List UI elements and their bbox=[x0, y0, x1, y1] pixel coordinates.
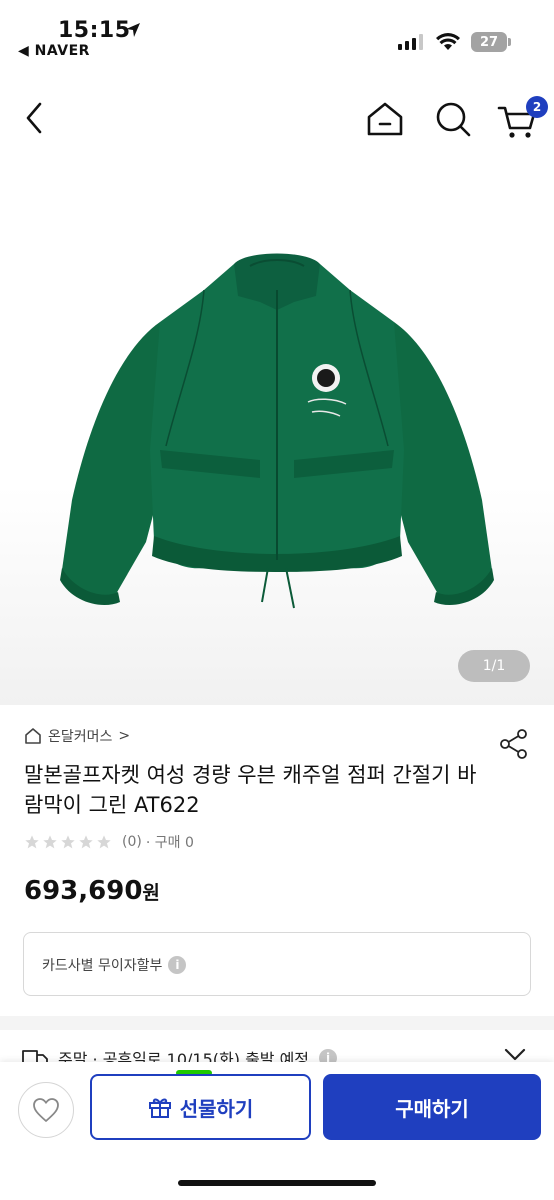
star-icon bbox=[97, 835, 111, 849]
card-benefit-box[interactable]: 카드사별 무이자할부 i bbox=[23, 932, 531, 996]
star-icon bbox=[61, 835, 75, 849]
chevron-down-icon[interactable] bbox=[504, 1048, 526, 1062]
heart-icon bbox=[33, 1098, 59, 1122]
battery-icon: 27 bbox=[471, 32, 507, 52]
image-page-indicator: 1/1 bbox=[458, 650, 530, 682]
store-name: 온달커머스 bbox=[48, 729, 113, 745]
info-icon[interactable]: i bbox=[168, 956, 187, 974]
gift-icon bbox=[148, 1098, 171, 1118]
wifi-icon bbox=[436, 33, 460, 50]
gift-button[interactable]: 선물하기 bbox=[90, 1074, 311, 1140]
price-unit: 원 bbox=[142, 882, 160, 904]
card-benefit: 카드사별 무이자할부 i bbox=[42, 955, 187, 975]
home-icon[interactable] bbox=[364, 98, 406, 140]
store-chevron: > bbox=[118, 728, 131, 744]
like-button[interactable] bbox=[18, 1082, 74, 1138]
rating-stars bbox=[24, 834, 112, 850]
product-title: 말본골프자켓 여성 경량 우븐 캐주얼 점퍼 간절기 바람막이 그린 AT622 bbox=[24, 763, 477, 817]
star-icon bbox=[25, 835, 39, 849]
home-indicator bbox=[178, 1180, 376, 1186]
price-value: 693,690 bbox=[24, 876, 143, 906]
share-icon[interactable] bbox=[498, 728, 530, 760]
back-arrow-icon[interactable] bbox=[20, 98, 50, 138]
purchase-count: · 구매 0 bbox=[145, 835, 194, 851]
bottom-action-bar: 선물하기 구매하기 bbox=[0, 1062, 554, 1200]
review-count: (0) bbox=[122, 834, 142, 850]
star-icon bbox=[43, 835, 57, 849]
star-icon bbox=[79, 835, 93, 849]
section-divider bbox=[0, 1016, 554, 1030]
rating-row[interactable]: (0) · 구매 0 bbox=[24, 832, 194, 852]
status-time: 15:15 bbox=[58, 18, 131, 43]
buy-button-label: 구매하기 bbox=[395, 1096, 469, 1121]
gift-button-label: 선물하기 bbox=[179, 1096, 254, 1121]
product-price: 693,690원 bbox=[24, 876, 160, 906]
card-benefit-label: 카드사별 무이자할부 bbox=[42, 958, 163, 974]
status-bar: 15:15 ◀ NAVER 27 bbox=[0, 0, 554, 70]
search-icon[interactable] bbox=[432, 98, 474, 140]
cellular-signal-icon bbox=[398, 34, 423, 50]
delivery-row[interactable]: 주말 · 공휴일로 10/15(화) 출발 예정 i bbox=[0, 1030, 554, 1066]
store-home-icon bbox=[25, 728, 41, 744]
jacket-image bbox=[60, 253, 494, 609]
back-to-app-link[interactable]: ◀ NAVER bbox=[18, 43, 90, 59]
store-link[interactable]: 온달커머스 > bbox=[24, 726, 130, 746]
buy-button[interactable]: 구매하기 bbox=[323, 1074, 541, 1140]
location-arrow-icon bbox=[126, 23, 140, 37]
product-image[interactable]: 1/1 bbox=[0, 160, 554, 705]
battery-tip bbox=[508, 38, 511, 46]
top-nav bbox=[0, 90, 554, 146]
cart-count-badge: 2 bbox=[526, 96, 548, 118]
